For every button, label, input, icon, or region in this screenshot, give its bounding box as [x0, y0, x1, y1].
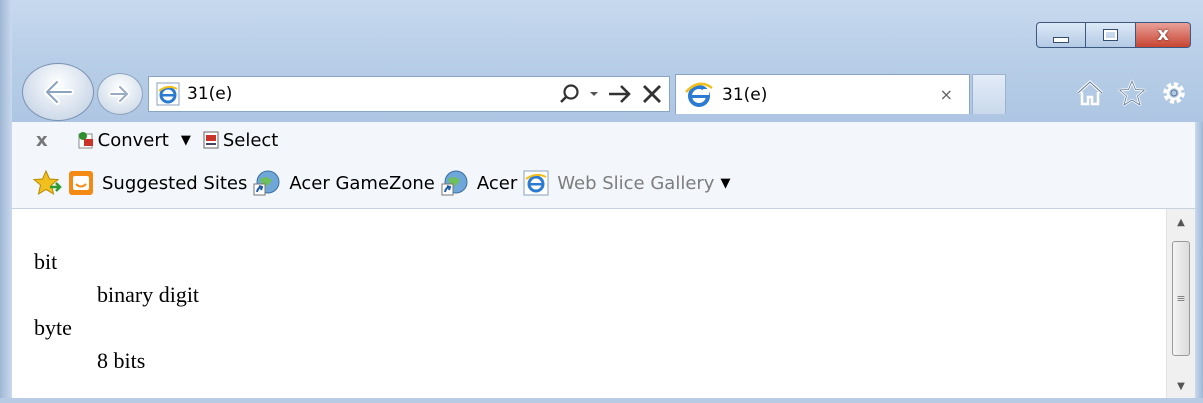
tab-close-icon[interactable]: × [940, 85, 953, 104]
scroll-up-arrow-icon[interactable]: ▲ [1167, 209, 1195, 235]
go-arrow-icon[interactable] [607, 83, 633, 105]
scroll-down-arrow-icon[interactable]: ▼ [1167, 373, 1195, 399]
window-frame-left [0, 0, 12, 403]
forward-button[interactable] [97, 73, 143, 115]
fav-label: Suggested Sites [102, 172, 248, 194]
definition: 8 bits [97, 348, 146, 373]
definition-list: bit binary digit byte 8 bits [34, 245, 199, 377]
convert-dropdown-icon[interactable]: ▼ [181, 133, 191, 148]
maximize-button[interactable] [1086, 22, 1136, 48]
stop-icon[interactable] [641, 83, 663, 105]
minimize-button[interactable] [1036, 22, 1086, 48]
fav-suggested-sites[interactable]: Suggested Sites [68, 170, 247, 196]
select-button[interactable]: Select [201, 129, 279, 151]
favorites-star-icon[interactable] [1117, 78, 1147, 108]
fav-label: Acer GameZone [289, 172, 435, 194]
close-toolbar-icon[interactable]: x [36, 130, 48, 151]
new-tab-button[interactable] [972, 74, 1006, 114]
dropdown-arrow-icon[interactable] [589, 90, 599, 98]
home-icon[interactable] [1075, 78, 1105, 108]
select-label: Select [222, 129, 279, 151]
address-value: 31(e) [187, 84, 233, 104]
scrollbar-thumb[interactable]: ≡ [1172, 241, 1190, 356]
window-frame-bottom [0, 398, 1203, 403]
tools-gear-icon[interactable] [1159, 78, 1189, 108]
term: byte [34, 315, 72, 340]
title-bar: x 31(e) 31(e) × [0, 0, 1203, 123]
convert-label: Convert [97, 129, 169, 151]
page-content: bit binary digit byte 8 bits [12, 209, 1167, 399]
fav-dropdown-icon[interactable]: ▼ [720, 176, 730, 191]
ie-page-icon [155, 81, 181, 107]
shortcut-site-icon [441, 169, 469, 197]
ie-logo-icon [685, 82, 713, 107]
vertical-scrollbar[interactable]: ▲ ≡ ▼ [1166, 209, 1195, 399]
shortcut-site-icon [253, 169, 281, 197]
address-controls [559, 83, 663, 105]
fav-acer[interactable]: Acer [441, 169, 517, 197]
window-frame-right [1195, 122, 1203, 403]
fav-web-slice-gallery[interactable]: Web Slice Gallery ▼ [523, 170, 730, 196]
term: bit [34, 249, 58, 274]
fav-acer-gamezone[interactable]: Acer GameZone [253, 169, 435, 197]
toolbar-icons [1075, 78, 1189, 108]
search-icon[interactable] [559, 83, 581, 105]
forward-arrow-icon [108, 84, 130, 104]
fav-label: Acer [476, 172, 518, 194]
tab-active[interactable]: 31(e) × [675, 74, 970, 114]
close-window-button[interactable]: x [1136, 22, 1191, 48]
window-caption-buttons: x [1036, 22, 1191, 48]
ie-page-icon [523, 170, 549, 196]
back-button[interactable] [22, 63, 94, 121]
back-arrow-icon [44, 79, 74, 105]
definition: binary digit [97, 282, 200, 307]
select-pdf-icon [201, 130, 221, 150]
address-bar[interactable]: 31(e) [148, 76, 670, 112]
add-favorite-star-icon[interactable] [32, 169, 62, 197]
grip-icon: ≡ [1176, 292, 1186, 305]
minimize-icon [1053, 37, 1069, 43]
convert-pdf-icon [76, 130, 96, 150]
browser-window: x 31(e) 31(e) × x Convert ▼ Select Sugge… [0, 0, 1203, 403]
close-icon: x [1157, 24, 1169, 45]
favorites-bar: Suggested Sites Acer GameZone Acer Web S… [0, 158, 1203, 209]
bing-icon [68, 170, 94, 196]
fav-label: Web Slice Gallery [557, 172, 715, 194]
maximize-icon [1103, 29, 1118, 41]
tab-title: 31(e) [722, 84, 768, 105]
command-bar: x Convert ▼ Select [0, 122, 1203, 158]
convert-button[interactable]: Convert ▼ [76, 130, 191, 151]
